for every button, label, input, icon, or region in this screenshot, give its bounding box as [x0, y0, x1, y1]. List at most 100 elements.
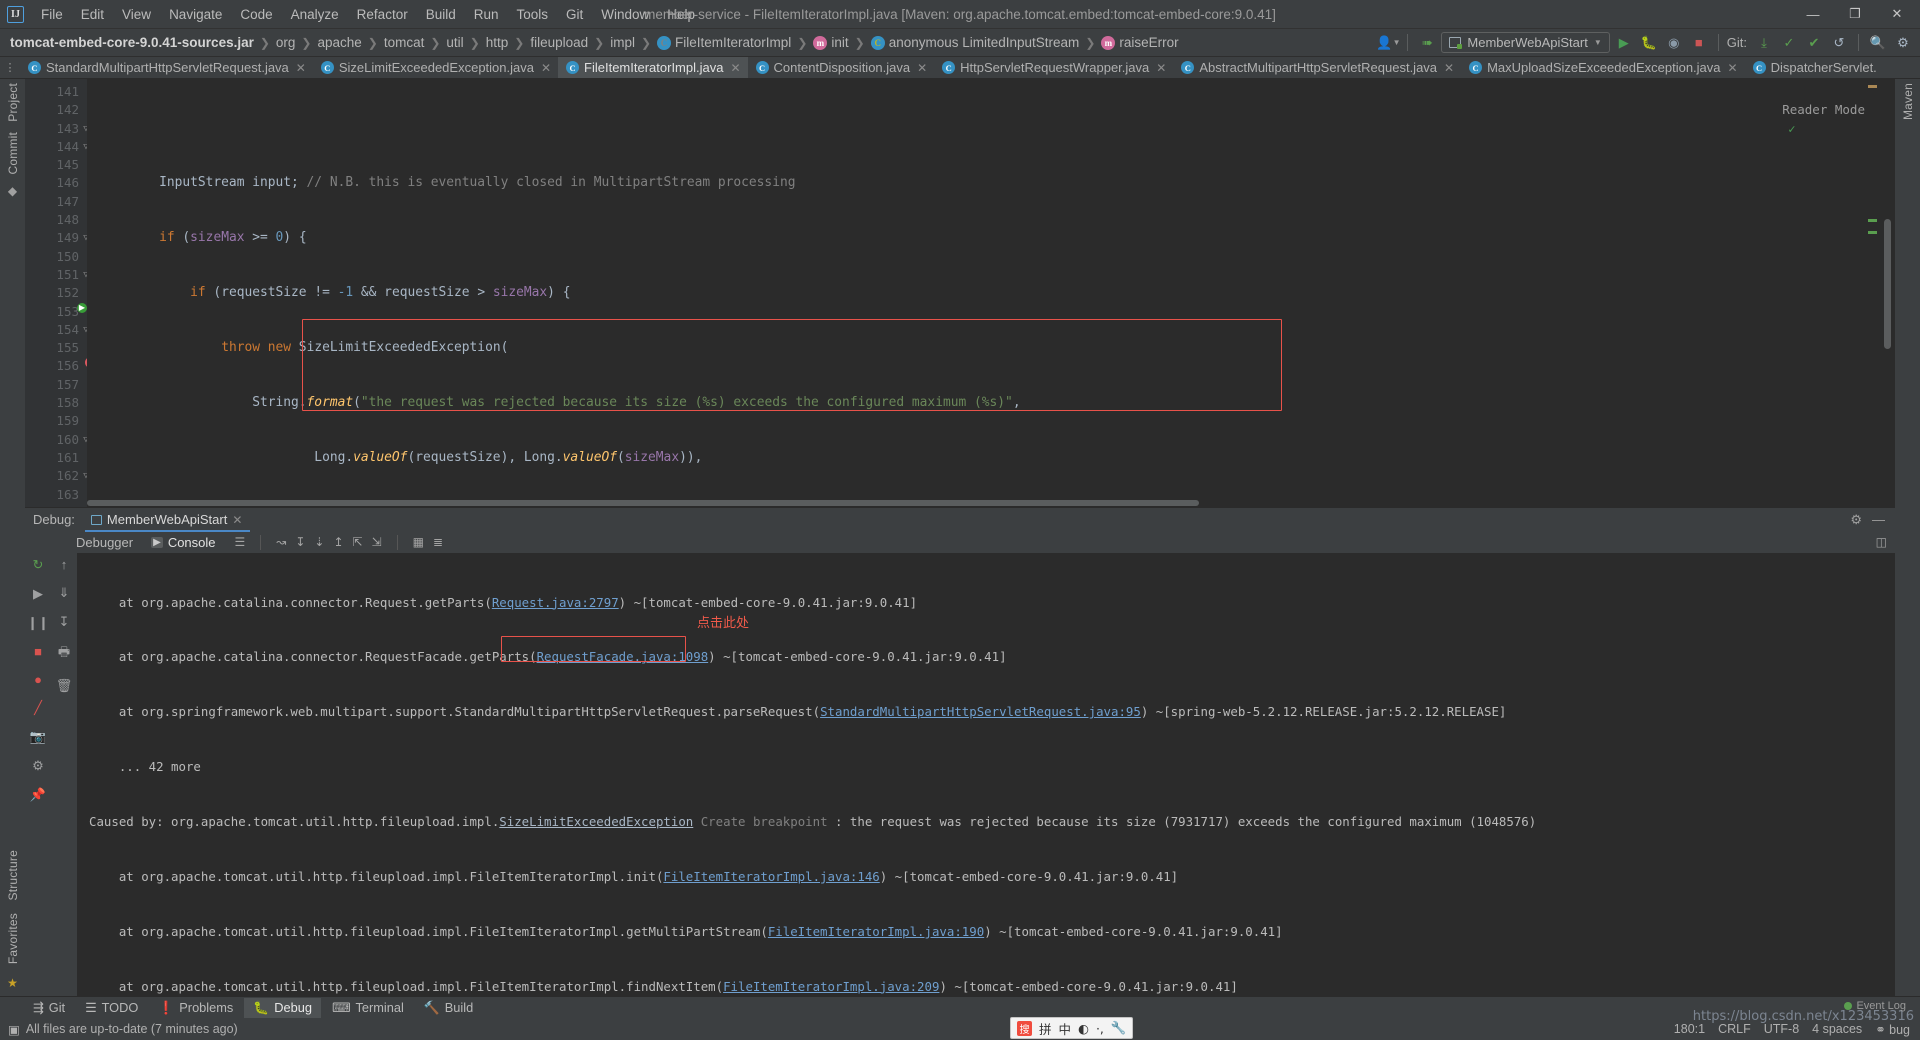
menu-build[interactable]: Build: [417, 4, 465, 25]
resume-program-icon[interactable]: ▶: [33, 586, 43, 602]
search-everywhere-icon[interactable]: 🔍: [1867, 32, 1889, 54]
breadcrumb-item-http[interactable]: http: [484, 34, 511, 51]
close-tab-icon[interactable]: ✕: [541, 61, 551, 75]
soft-wrap-icon[interactable]: ☰: [235, 535, 246, 549]
close-tab-icon[interactable]: ✕: [1728, 61, 1738, 75]
indent-setting[interactable]: 4 spaces: [1812, 1022, 1862, 1036]
menu-help[interactable]: Help: [658, 4, 704, 25]
menu-tools[interactable]: Tools: [508, 4, 558, 25]
close-tab-icon[interactable]: ✕: [917, 61, 927, 75]
rerun-icon[interactable]: ↻: [33, 557, 44, 573]
git-history-icon[interactable]: ↺: [1828, 32, 1850, 54]
console-output[interactable]: at org.apache.catalina.connector.Request…: [77, 553, 1895, 996]
menu-run[interactable]: Run: [465, 4, 508, 25]
settings-icon[interactable]: ⚙: [32, 758, 44, 774]
event-log-indicator[interactable]: Event Log: [1844, 1000, 1906, 1012]
ime-punctuation-icon[interactable]: ◐: [1078, 1021, 1089, 1036]
back-arrow-icon[interactable]: ➠: [1416, 32, 1438, 54]
console-panel-layout-icon[interactable]: ◫: [1876, 535, 1895, 549]
ime-indicator[interactable]: 搜 拼 中 ◐ ·, 🔧: [1010, 1017, 1134, 1039]
close-button[interactable]: ✕: [1876, 0, 1918, 28]
debug-session-tab[interactable]: MemberWebApiStart ✕: [84, 510, 251, 532]
camera-icon[interactable]: 📷: [30, 729, 46, 745]
breadcrumb-item-class[interactable]: C FileItemIteratorImpl: [655, 34, 793, 51]
ime-language[interactable]: 中: [1059, 1019, 1072, 1038]
editor-tab-fileitemiteratorimpl[interactable]: C FileItemIteratorImpl.java ✕: [558, 57, 748, 78]
stop-icon[interactable]: ■: [34, 644, 42, 659]
tab-console[interactable]: ▶ Console: [142, 533, 224, 552]
breadcrumb-item-fileupload[interactable]: fileupload: [528, 34, 590, 51]
user-icon[interactable]: 👤 ▼: [1376, 32, 1400, 54]
console-line[interactable]: at org.apache.tomcat.util.http.fileuploa…: [89, 978, 1895, 996]
evaluate-expression-icon[interactable]: ▦: [413, 535, 424, 549]
tool-button-structure[interactable]: Structure: [6, 850, 20, 901]
console-line[interactable]: at org.apache.catalina.connector.Request…: [89, 594, 1895, 612]
tool-window-debug[interactable]: 🐛 Debug: [244, 997, 321, 1018]
step-out-icon[interactable]: ↥: [333, 535, 343, 549]
ime-mode[interactable]: 拼: [1039, 1019, 1052, 1038]
force-step-into-icon[interactable]: ⇣: [314, 535, 324, 549]
menu-navigate[interactable]: Navigate: [160, 4, 231, 25]
clear-all-icon[interactable]: 🗑: [56, 678, 73, 694]
editor-tab-sizelimitexceededexception[interactable]: C SizeLimitExceededException.java ✕: [313, 57, 558, 78]
breadcrumb-item-tomcat[interactable]: tomcat: [382, 34, 427, 51]
breadcrumb-item-apache[interactable]: apache: [315, 34, 363, 51]
breadcrumb-item-method-raiseerror[interactable]: m raiseError: [1099, 34, 1180, 51]
debug-settings-icon[interactable]: ⚙: [1850, 512, 1862, 528]
breadcrumb-item-util[interactable]: util: [444, 34, 465, 51]
menu-refactor[interactable]: Refactor: [348, 4, 417, 25]
console-line[interactable]: at org.apache.catalina.connector.Request…: [89, 648, 1895, 666]
settings-icon[interactable]: ⚙: [1892, 32, 1914, 54]
menu-analyze[interactable]: Analyze: [282, 4, 348, 25]
scroll-to-end-icon[interactable]: ↧: [59, 614, 70, 630]
print-icon[interactable]: 🖶: [58, 643, 70, 665]
breadcrumb-item-impl[interactable]: impl: [608, 34, 637, 51]
maximize-button[interactable]: ❐: [1834, 0, 1876, 28]
tab-list-icon[interactable]: ⋮: [0, 57, 20, 78]
down-stack-icon[interactable]: ⇓: [59, 585, 70, 601]
git-commit-icon[interactable]: ✓: [1778, 32, 1800, 54]
editor-tab-standardmultiparthttpservletrequest[interactable]: C StandardMultipartHttpServletRequest.ja…: [20, 57, 313, 78]
caret-position[interactable]: 180:1: [1674, 1022, 1705, 1036]
error-stripe-mark[interactable]: [1868, 219, 1877, 222]
tool-window-todo[interactable]: ☰ TODO: [76, 998, 147, 1018]
pin-icon[interactable]: 📌: [30, 787, 46, 803]
run-method-marker-icon[interactable]: ▶: [77, 303, 87, 313]
debug-icon[interactable]: 🐛: [1638, 32, 1660, 54]
coverage-icon[interactable]: ◉: [1663, 32, 1685, 54]
menu-edit[interactable]: Edit: [72, 4, 113, 25]
tool-button-project[interactable]: Project: [6, 83, 20, 122]
up-stack-icon[interactable]: ↑: [61, 557, 68, 572]
run-icon[interactable]: ▶: [1613, 32, 1635, 54]
menu-file[interactable]: File: [32, 4, 72, 25]
tool-button-maven[interactable]: Maven: [1901, 83, 1915, 120]
run-to-cursor-icon[interactable]: ⇲: [372, 535, 382, 549]
close-tab-icon[interactable]: ✕: [1156, 61, 1166, 75]
editor-tab-maxuploadsizeexceededexception[interactable]: C MaxUploadSizeExceededException.java ✕: [1461, 57, 1744, 78]
step-over-icon[interactable]: ↝: [276, 535, 286, 549]
debug-minimize-icon[interactable]: —: [1872, 512, 1885, 527]
close-tab-icon[interactable]: ✕: [1444, 61, 1454, 75]
console-line[interactable]: at org.apache.tomcat.util.http.fileuploa…: [89, 923, 1895, 941]
reader-mode-label[interactable]: Reader Mode ✓: [1692, 83, 1865, 156]
breadcrumb-item-method-init[interactable]: m init: [811, 34, 850, 51]
tool-window-git[interactable]: ⇶ Git: [24, 998, 74, 1018]
editor-tab-dispatcherservlet[interactable]: C DispatcherServlet.: [1745, 57, 1884, 78]
editor-gutter[interactable]: 141 142 143 ▽ 144 ▽ 145 146 147 148 149 ▽ 1…: [25, 79, 96, 507]
tool-window-terminal[interactable]: ⌨ Terminal: [323, 998, 413, 1018]
console-line-caused-by[interactable]: Caused by: org.apache.tomcat.util.http.f…: [89, 813, 1895, 831]
git-update-icon[interactable]: ⤓: [1753, 32, 1775, 54]
editor-scrollbar[interactable]: [1884, 219, 1891, 349]
tool-window-build[interactable]: 🔨 Build: [415, 998, 482, 1018]
tool-button-favorites[interactable]: Favorites: [6, 913, 20, 964]
menu-window[interactable]: Window: [592, 4, 658, 25]
tool-window-problems[interactable]: ❗ Problems: [149, 998, 242, 1018]
pause-program-icon[interactable]: ❙❙: [27, 615, 49, 631]
pull-requests-icon[interactable]: ◆: [8, 184, 17, 198]
line-separator[interactable]: CRLF: [1718, 1022, 1751, 1036]
error-stripe-mark[interactable]: [1868, 231, 1877, 234]
menu-code[interactable]: Code: [231, 4, 281, 25]
error-stripe-mark[interactable]: [1868, 85, 1877, 88]
mute-breakpoints-icon[interactable]: ╱: [34, 700, 42, 716]
stop-icon[interactable]: ■: [1688, 32, 1710, 54]
